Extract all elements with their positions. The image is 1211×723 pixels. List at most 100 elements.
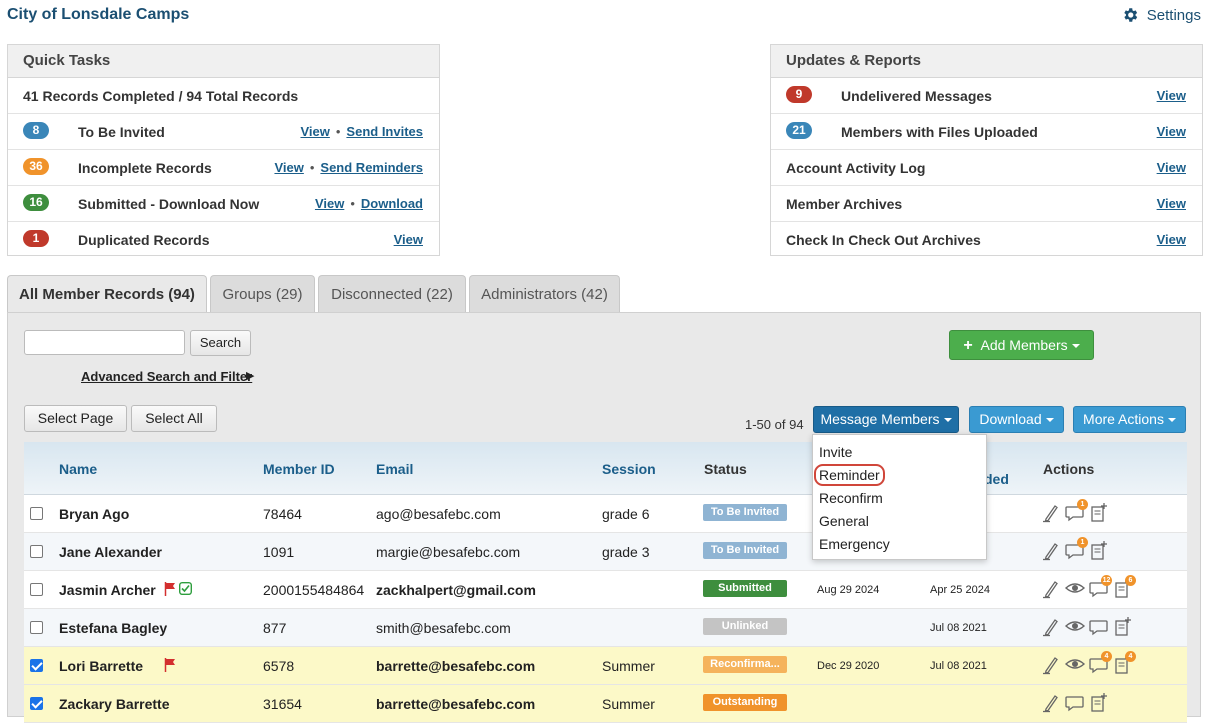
member-name[interactable]: Lori Barrette bbox=[59, 658, 143, 674]
date-uploaded: Apr 25 2024 bbox=[930, 584, 990, 596]
add-file-icon[interactable] bbox=[1088, 690, 1110, 714]
message-chat-icon[interactable]: 4 bbox=[1088, 651, 1112, 676]
send-reminders-link[interactable]: Send Reminders bbox=[320, 160, 423, 175]
name-column-header[interactable]: Name bbox=[59, 461, 97, 477]
add-file-icon[interactable] bbox=[1088, 500, 1110, 524]
member-email: barrette@besafebc.com bbox=[376, 696, 536, 712]
table-row[interactable]: Bryan Ago 78464 ago@besafebc.com grade 6 To … bbox=[24, 495, 1187, 533]
uploaded-column-header[interactable]: ded bbox=[984, 471, 1009, 487]
row-checkbox[interactable] bbox=[30, 545, 43, 558]
update-row-files-uploaded: 21 Members with Files Uploaded View bbox=[771, 114, 1202, 150]
row-checkbox[interactable] bbox=[30, 659, 43, 672]
menu-item-reconfirm[interactable]: Reconfirm bbox=[819, 490, 883, 506]
count-badge: 21 bbox=[786, 122, 812, 139]
tab-administrators[interactable]: Administrators (42) bbox=[469, 275, 620, 313]
member-name[interactable]: Estefana Bagley bbox=[59, 620, 167, 636]
count-badge: 36 bbox=[23, 158, 49, 175]
edit-pencil-icon[interactable] bbox=[1040, 652, 1062, 676]
email-column-header[interactable]: Email bbox=[376, 461, 413, 477]
message-chat-icon[interactable] bbox=[1064, 690, 1086, 714]
row-checkbox[interactable] bbox=[30, 621, 43, 634]
edit-pencil-icon[interactable] bbox=[1040, 538, 1062, 562]
tab-all-member-records[interactable]: All Member Records (94) bbox=[7, 275, 207, 314]
message-members-button[interactable]: Message Members bbox=[813, 406, 959, 433]
edit-pencil-icon[interactable] bbox=[1040, 614, 1062, 638]
separator-dot: • bbox=[335, 124, 341, 139]
view-link[interactable]: View bbox=[274, 160, 303, 175]
plus-icon: + bbox=[963, 337, 973, 354]
search-button[interactable]: Search bbox=[190, 330, 251, 356]
add-members-button[interactable]: + Add Members bbox=[949, 330, 1094, 360]
table-row[interactable]: Lori Barrette 6578 barrette@besafebc.com Su… bbox=[24, 647, 1187, 685]
row-actions: 12 6 bbox=[1040, 575, 1136, 600]
view-eye-icon[interactable] bbox=[1064, 652, 1086, 676]
message-chat-icon[interactable]: 1 bbox=[1064, 537, 1088, 562]
view-link[interactable]: View bbox=[1157, 232, 1186, 247]
message-members-menu: Invite Reminder Reconfirm General Emerge… bbox=[812, 434, 987, 560]
member-id-column-header[interactable]: Member ID bbox=[263, 461, 335, 477]
view-link[interactable]: View bbox=[394, 232, 423, 247]
select-page-button[interactable]: Select Page bbox=[24, 405, 127, 432]
table-row[interactable]: Jane Alexander 1091 margie@besafebc.com gra… bbox=[24, 533, 1187, 571]
status-badge: Unlinked bbox=[703, 618, 787, 635]
advanced-search-link[interactable]: Advanced Search and Filter bbox=[81, 369, 252, 384]
add-file-icon[interactable] bbox=[1112, 614, 1134, 638]
app-title: City of Lonsdale Camps bbox=[7, 6, 190, 23]
table-row[interactable]: Zackary Barrette 31654 barrette@besafebc.c… bbox=[24, 685, 1187, 723]
search-input[interactable] bbox=[24, 330, 185, 355]
view-link[interactable]: View bbox=[1157, 88, 1186, 103]
view-link[interactable]: View bbox=[1157, 196, 1186, 211]
update-label: Account Activity Log bbox=[786, 160, 926, 176]
count-badge: 16 bbox=[23, 194, 49, 211]
view-link[interactable]: View bbox=[1157, 124, 1186, 139]
select-all-button[interactable]: Select All bbox=[131, 405, 217, 432]
row-actions bbox=[1040, 614, 1134, 638]
edit-pencil-icon[interactable] bbox=[1040, 576, 1062, 600]
add-file-icon[interactable]: 6 bbox=[1112, 575, 1136, 600]
table-row[interactable]: Estefana Bagley 877 smith@besafebc.com Unli… bbox=[24, 609, 1187, 647]
add-file-icon[interactable] bbox=[1088, 538, 1110, 562]
tab-groups[interactable]: Groups (29) bbox=[210, 275, 315, 313]
send-invites-link[interactable]: Send Invites bbox=[346, 124, 423, 139]
member-name[interactable]: Bryan Ago bbox=[59, 506, 129, 522]
pagination-count: 1-50 of 94 bbox=[745, 417, 804, 432]
menu-item-general[interactable]: General bbox=[819, 513, 869, 529]
menu-item-invite[interactable]: Invite bbox=[819, 444, 852, 460]
row-checkbox[interactable] bbox=[30, 697, 43, 710]
more-actions-button[interactable]: More Actions bbox=[1073, 406, 1186, 433]
records-panel: Search Advanced Search and Filter ▶ + Ad… bbox=[7, 312, 1201, 723]
download-button[interactable]: Download bbox=[969, 406, 1064, 433]
member-name[interactable]: Jasmin Archer bbox=[59, 582, 156, 598]
member-session: Summer bbox=[602, 696, 655, 712]
view-link[interactable]: View bbox=[1157, 160, 1186, 175]
more-actions-label: More Actions bbox=[1083, 411, 1164, 427]
tab-disconnected[interactable]: Disconnected (22) bbox=[318, 275, 466, 313]
row-checkbox[interactable] bbox=[30, 507, 43, 520]
row-checkbox[interactable] bbox=[30, 583, 43, 596]
menu-item-reminder[interactable]: Reminder bbox=[814, 464, 885, 486]
view-link[interactable]: View bbox=[315, 196, 344, 211]
view-link[interactable]: View bbox=[300, 124, 329, 139]
message-chat-icon[interactable]: 1 bbox=[1064, 499, 1088, 524]
edit-pencil-icon[interactable] bbox=[1040, 500, 1062, 524]
member-name[interactable]: Jane Alexander bbox=[59, 544, 162, 560]
edit-pencil-icon[interactable] bbox=[1040, 690, 1062, 714]
message-chat-icon[interactable] bbox=[1088, 614, 1110, 638]
add-file-icon[interactable]: 4 bbox=[1112, 651, 1136, 676]
message-chat-icon[interactable]: 12 bbox=[1088, 575, 1112, 600]
view-eye-icon[interactable] bbox=[1064, 576, 1086, 600]
task-row-incomplete: 36 Incomplete Records View • Send Reminder… bbox=[8, 150, 439, 186]
member-email: smith@besafebc.com bbox=[376, 620, 511, 636]
session-column-header[interactable]: Session bbox=[602, 461, 656, 477]
member-id: 2000155484864 bbox=[263, 582, 365, 598]
table-row[interactable]: Jasmin Archer 2000155484864 zackhalpert@gm… bbox=[24, 571, 1187, 609]
download-link[interactable]: Download bbox=[361, 196, 423, 211]
actions-column-header: Actions bbox=[1043, 461, 1095, 477]
row-actions: 1 bbox=[1040, 537, 1110, 562]
date-submitted: Aug 29 2024 bbox=[817, 584, 880, 596]
member-name[interactable]: Zackary Barrette bbox=[59, 696, 170, 712]
view-eye-icon[interactable] bbox=[1064, 614, 1086, 638]
settings-button[interactable]: Settings bbox=[1121, 6, 1201, 24]
menu-item-emergency[interactable]: Emergency bbox=[819, 536, 890, 552]
file-count-badge: 4 bbox=[1125, 651, 1136, 662]
